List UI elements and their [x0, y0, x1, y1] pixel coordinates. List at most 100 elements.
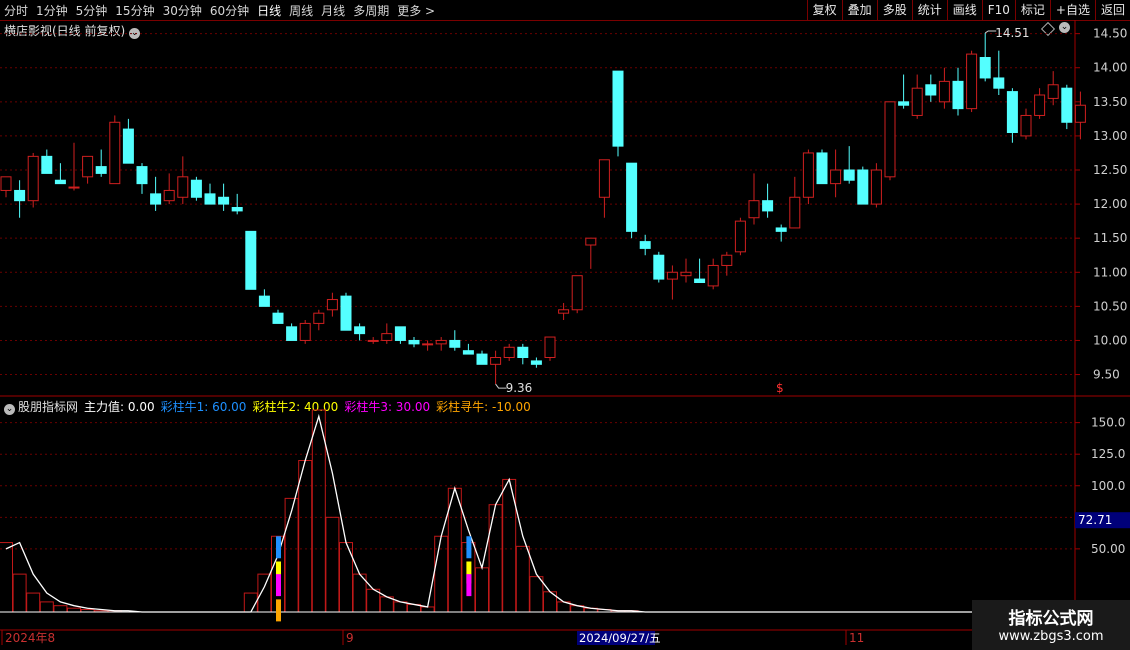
candle-body — [408, 339, 420, 345]
y-tick-label: 10.50 — [1093, 299, 1127, 313]
colored-column — [466, 536, 472, 559]
candle-body — [286, 326, 298, 341]
candle-body — [422, 343, 434, 346]
candle-body — [626, 162, 638, 232]
candle-body — [68, 186, 80, 189]
y-tick-label: 14.00 — [1093, 61, 1127, 75]
watermark-line2: www.zbgs3.com — [998, 629, 1104, 644]
y-tick-label: 11.50 — [1093, 231, 1127, 245]
indicator-bar — [284, 497, 299, 613]
candle-body — [612, 70, 624, 147]
colored-column — [276, 574, 281, 597]
indicator-bar — [366, 588, 381, 613]
candle-body — [204, 193, 216, 205]
candle-body — [530, 360, 542, 365]
indicator-bar — [311, 409, 326, 613]
indicator-bar — [393, 601, 408, 613]
candle-body — [150, 193, 162, 205]
date-label: 2024年8 — [5, 631, 55, 645]
candle-body — [707, 264, 719, 287]
candle-body — [0, 176, 12, 191]
indicator-bar — [67, 607, 81, 613]
candle-body — [27, 155, 39, 202]
indicator-bar — [39, 601, 54, 613]
candle-body — [367, 339, 379, 342]
candle-body — [190, 179, 202, 198]
candle-body — [884, 101, 896, 178]
candle-body — [680, 271, 692, 277]
indicator-bar — [488, 504, 503, 613]
indicator-y-tick-label: 150.0 — [1091, 416, 1125, 430]
colored-column — [276, 599, 281, 622]
candle-body — [816, 152, 828, 185]
indicator-bar — [26, 592, 41, 613]
candle-body — [272, 312, 284, 324]
candle-body — [136, 166, 148, 185]
y-tick-label: 12.50 — [1093, 163, 1127, 177]
candle-body — [163, 189, 175, 202]
indicator-bar — [434, 535, 449, 613]
indicator-bar — [298, 460, 313, 613]
candle-body — [517, 346, 529, 359]
candle-body — [299, 322, 311, 341]
candle-body — [1034, 94, 1046, 116]
candle-body — [177, 176, 189, 198]
candle-body — [1061, 87, 1073, 123]
candle-body — [748, 200, 760, 219]
indicator-bar — [53, 605, 68, 613]
candle-body — [394, 326, 406, 341]
candle-body — [694, 278, 706, 284]
watermark-line1: 指标公式网 — [1008, 609, 1094, 629]
indicator-bar — [0, 542, 13, 613]
colored-column — [466, 574, 472, 597]
candle-body — [476, 353, 488, 365]
low-price-label: 9.36 — [506, 381, 533, 395]
candle-body — [14, 189, 26, 202]
candle-body — [41, 155, 53, 174]
candle-body — [503, 346, 515, 359]
indicator-y-tick-label: 125.0 — [1091, 447, 1125, 461]
indicator-bar — [447, 487, 462, 613]
candle-body — [449, 339, 461, 348]
candle-body — [1020, 114, 1032, 137]
candle-body — [993, 77, 1005, 89]
candle-body — [938, 80, 950, 103]
candle-body — [857, 169, 869, 205]
candle-body — [802, 152, 814, 198]
candle-body — [571, 275, 583, 311]
candle-body — [1074, 104, 1086, 123]
candle-body — [721, 254, 733, 266]
candle-body — [952, 80, 964, 110]
indicator-bar — [325, 516, 340, 613]
candle-body — [245, 230, 257, 290]
colored-column — [276, 536, 281, 559]
candle-body — [843, 169, 855, 181]
candle-body — [789, 196, 801, 229]
chart-canvas[interactable]: 14.50 14.00 13.50 13.00 12.50 12.00 11.50 11.00… — [0, 0, 1130, 650]
candle-body — [544, 336, 556, 358]
candle-body — [462, 350, 474, 355]
indicator-bar — [257, 573, 272, 613]
indicator-line — [5, 413, 1081, 613]
candle-body — [354, 326, 366, 335]
candle-body — [830, 169, 842, 185]
candle-body — [122, 128, 134, 164]
candle-body — [109, 121, 121, 185]
candle-body — [231, 207, 243, 212]
candle-body — [1047, 84, 1059, 99]
candle-body — [775, 227, 787, 232]
candle-body — [326, 299, 338, 311]
candle-body — [340, 295, 352, 331]
candle-body — [585, 237, 597, 246]
y-tick-label: 13.50 — [1093, 95, 1127, 109]
high-price-label: 14.51 — [995, 26, 1029, 40]
cursor-date-label: 2024/09/27/五 — [579, 631, 661, 645]
candle-body — [870, 169, 882, 205]
candle-body — [381, 333, 393, 341]
candle-body — [979, 57, 991, 79]
date-label: 11 — [849, 631, 864, 645]
candle-body — [313, 312, 325, 324]
indicator-bar — [529, 576, 544, 613]
candle-body — [54, 179, 66, 185]
candle-body — [95, 166, 107, 174]
